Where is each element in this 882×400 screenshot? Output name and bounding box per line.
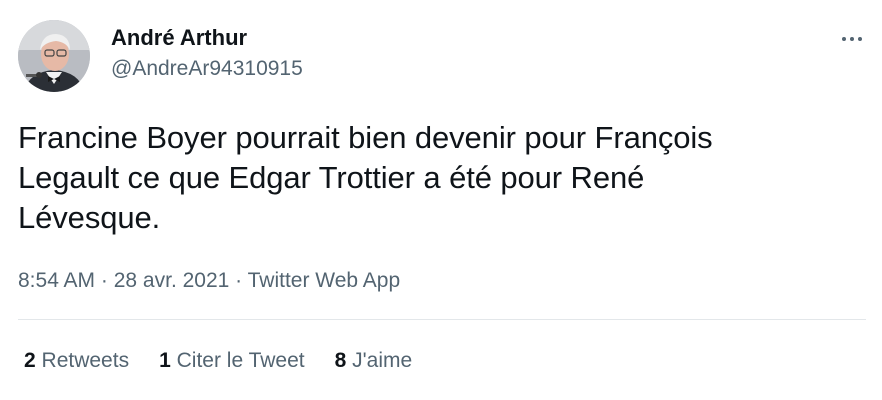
likes-stat[interactable]: 8 J'aime xyxy=(335,348,413,374)
tweet-card: André Arthur @AndreAr94310915 Francine B… xyxy=(0,0,882,400)
tweet-time-link[interactable]: 8:54 AM xyxy=(18,269,95,292)
tweet-source-link[interactable]: Twitter Web App xyxy=(248,269,401,292)
meta-separator: · xyxy=(229,269,248,292)
more-dots-icon xyxy=(840,37,864,41)
quotes-stat[interactable]: 1 Citer le Tweet xyxy=(159,348,305,374)
tweet-date-link[interactable]: 28 avr. 2021 xyxy=(114,269,230,292)
tweet-text-line: Francine Boyer pourrait bien devenir pou… xyxy=(18,120,713,155)
tweet-stats: 2 Retweets 1 Citer le Tweet 8 J'aime xyxy=(24,348,442,374)
tweet-meta: 8:54 AM · 28 avr. 2021 · Twitter Web App xyxy=(18,268,400,294)
more-options-button[interactable] xyxy=(832,24,872,54)
avatar[interactable] xyxy=(18,20,90,92)
likes-label: J'aime xyxy=(352,349,413,372)
tweet-text-line: Legault ce que Edgar Trottier a été pour… xyxy=(18,160,645,195)
retweets-count: 2 xyxy=(24,349,36,372)
author-name[interactable]: André Arthur xyxy=(111,25,247,51)
quotes-label: Citer le Tweet xyxy=(176,349,305,372)
author-handle[interactable]: @AndreAr94310915 xyxy=(111,56,303,82)
divider xyxy=(18,319,866,320)
retweets-stat[interactable]: 2 Retweets xyxy=(24,348,129,374)
tweet-text-line: Lévesque. xyxy=(18,200,161,235)
likes-count: 8 xyxy=(334,349,347,372)
retweets-label: Retweets xyxy=(41,349,130,372)
avatar-image xyxy=(18,20,90,92)
tweet-text: Francine Boyer pourrait bien devenir pou… xyxy=(18,118,858,238)
quotes-count: 1 xyxy=(159,349,171,372)
meta-separator: · xyxy=(95,269,114,292)
